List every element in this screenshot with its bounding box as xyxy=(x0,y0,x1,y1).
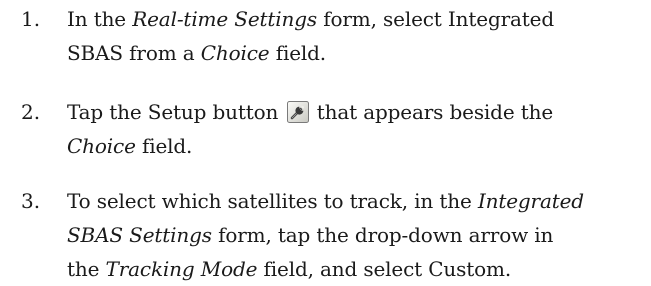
step-text: To select which satellites to track, in … xyxy=(67,184,645,286)
text-run: field, and select Custom. xyxy=(257,257,512,281)
form-name: Real-time Settings xyxy=(132,7,318,31)
step-number: 2. xyxy=(21,100,41,124)
step-line: SBAS Settings form, tap the drop-down ar… xyxy=(67,218,645,252)
step-line: SBAS from a Choice field. xyxy=(67,36,645,70)
field-name: Tracking Mode xyxy=(105,257,258,281)
text-run: form, tap the drop-down arrow in xyxy=(211,223,554,247)
text-run: form, select Integrated xyxy=(317,7,555,31)
step-line: Choice field. xyxy=(67,129,645,163)
step-number: 3. xyxy=(21,189,41,213)
step-line: the Tracking Mode field, and select Cust… xyxy=(67,252,645,286)
field-name: Choice xyxy=(67,134,136,158)
setup-wrench-icon xyxy=(286,101,309,123)
text-run: To select which satellites to track, in … xyxy=(67,189,478,213)
step-text: Tap the Setup button that appears beside… xyxy=(67,95,645,163)
field-name: Choice xyxy=(200,41,270,65)
text-run: the xyxy=(67,257,106,281)
text-run: field. xyxy=(269,41,326,65)
text-run: Tap the Setup button xyxy=(67,100,279,124)
step-line: In the Real-time Settings form, select I… xyxy=(67,2,645,36)
form-name: SBAS Settings xyxy=(67,223,212,247)
text-run: field. xyxy=(135,134,193,158)
step-number: 1. xyxy=(21,7,41,31)
text-run: SBAS from a xyxy=(67,41,201,65)
text-run: that appears beside the xyxy=(316,100,554,124)
step-line: To select which satellites to track, in … xyxy=(67,184,645,218)
step-text: In the Real-time Settings form, select I… xyxy=(67,2,645,70)
form-name: Integrated xyxy=(477,189,584,213)
text-run: In the xyxy=(67,7,133,31)
step-line: Tap the Setup button that appears beside… xyxy=(67,95,645,129)
